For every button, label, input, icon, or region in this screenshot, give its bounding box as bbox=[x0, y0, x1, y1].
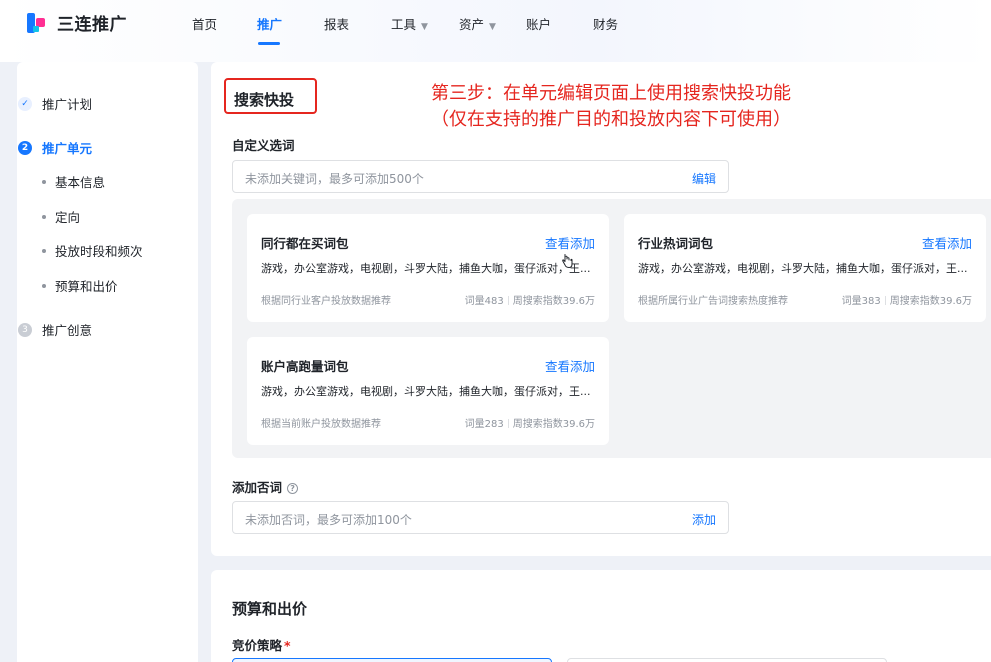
keyword-pack-card: 行业热词词包 查看添加 游戏，办公室游戏，电视剧，斗罗大陆，捕鱼大咖，蛋仔派对，… bbox=[624, 214, 986, 322]
pack-name: 同行都在买词包 bbox=[261, 236, 349, 251]
add-negative-words-button[interactable]: 添加 bbox=[692, 511, 716, 528]
view-add-button[interactable]: 查看添加 bbox=[922, 233, 972, 252]
budget-bid-card bbox=[211, 570, 991, 662]
step-plan[interactable]: ✓ 推广计划 bbox=[18, 94, 92, 113]
negative-words-placeholder: 未添加否词，最多可添加100个 bbox=[245, 513, 412, 527]
pack-source: 根据同行业客户投放数据推荐 bbox=[261, 296, 391, 307]
pack-index: 周搜索指数39.6万 bbox=[512, 419, 595, 430]
logo[interactable]: 三连推广 bbox=[27, 10, 127, 35]
budget-title: 预算和出价 bbox=[232, 600, 308, 618]
keyword-pack-card: 账户高跑量词包 查看添加 游戏，办公室游戏，电视剧，斗罗大陆，捕鱼大咖，蛋仔派对… bbox=[247, 337, 609, 445]
bid-strategy-label: 竞价策略 bbox=[232, 638, 283, 653]
pack-words: 游戏，办公室游戏，电视剧，斗罗大陆，捕鱼大咖，蛋仔派对，王... bbox=[261, 262, 591, 275]
pack-name: 行业热词词包 bbox=[638, 236, 714, 251]
logo-icon bbox=[27, 12, 49, 34]
annotation-line-1: 第三步：在单元编辑页面上使用搜索快投功能 bbox=[431, 83, 791, 104]
nav-item-home[interactable]: 首页 bbox=[192, 14, 217, 33]
required-mark: * bbox=[284, 638, 291, 653]
step-unit-label: 推广单元 bbox=[42, 141, 93, 156]
nav-item-assets-label: 资产 bbox=[459, 17, 485, 32]
pack-index: 周搜索指数39.6万 bbox=[512, 296, 595, 307]
sub-item-targeting[interactable]: 定向 bbox=[42, 207, 80, 226]
sub-item-basic-info[interactable]: 基本信息 bbox=[42, 172, 105, 191]
pack-words: 游戏，办公室游戏，电视剧，斗罗大陆，捕鱼大咖，蛋仔派对，王... bbox=[638, 262, 968, 275]
check-icon: ✓ bbox=[18, 96, 32, 111]
edit-keywords-button[interactable]: 编辑 bbox=[692, 170, 716, 187]
top-nav-bar: 三连推广 首页 推广 报表 工具 ▼ 资产 ▼ 账户 财务 bbox=[0, 0, 991, 62]
nav-item-finance[interactable]: 财务 bbox=[593, 14, 618, 33]
bid-strategy-option[interactable] bbox=[232, 658, 552, 662]
step-creative[interactable]: 3 推广创意 bbox=[18, 320, 92, 339]
nav-item-reports[interactable]: 报表 bbox=[324, 14, 349, 33]
keyword-pack-card: 同行都在买词包 查看添加 游戏，办公室游戏，电视剧，斗罗大陆，捕鱼大咖，蛋仔派对… bbox=[247, 214, 609, 322]
nav-item-assets[interactable]: 资产 ▼ bbox=[459, 14, 496, 33]
bid-strategy-label-row: 竞价策略 * bbox=[232, 635, 291, 654]
pack-words: 游戏，办公室游戏，电视剧，斗罗大陆，捕鱼大咖，蛋仔派对，王... bbox=[261, 385, 591, 398]
logo-text: 三连推广 bbox=[57, 15, 127, 35]
step-unit[interactable]: 2 推广单元 bbox=[18, 138, 92, 157]
pack-name: 账户高跑量词包 bbox=[261, 359, 349, 374]
negative-words-field[interactable]: 未添加否词，最多可添加100个 添加 bbox=[232, 501, 729, 534]
annotation-text: 第三步：在单元编辑页面上使用搜索快投功能 （仅在支持的推广目的和投放内容下可使用… bbox=[376, 81, 846, 133]
chevron-down-icon: ▼ bbox=[421, 22, 428, 32]
nav-item-tools[interactable]: 工具 ▼ bbox=[391, 14, 428, 33]
nav-active-indicator bbox=[258, 42, 280, 45]
hand-cursor-icon bbox=[562, 254, 573, 268]
pack-count: 词量383 bbox=[841, 296, 881, 307]
view-add-button[interactable]: 查看添加 bbox=[545, 233, 595, 252]
pack-stats: 词量283 周搜索指数39.6万 bbox=[465, 415, 595, 430]
negative-words-label: 添加否词 bbox=[232, 480, 283, 495]
keywords-label: 自定义选词 bbox=[232, 138, 295, 153]
bid-strategy-option[interactable] bbox=[567, 658, 887, 662]
nav-item-promotion[interactable]: 推广 bbox=[257, 14, 282, 33]
step-number-icon: 3 bbox=[18, 322, 32, 337]
sub-item-budget[interactable]: 预算和出价 bbox=[42, 276, 118, 295]
pack-stats: 词量483 周搜索指数39.6万 bbox=[465, 292, 595, 307]
sub-item-schedule[interactable]: 投放时段和频次 bbox=[42, 241, 143, 260]
pack-source: 根据所属行业广告词搜索热度推荐 bbox=[638, 296, 788, 307]
negative-words-label-row: 添加否词? bbox=[232, 477, 299, 496]
step-number-icon: 2 bbox=[18, 140, 32, 155]
view-add-button[interactable]: 查看添加 bbox=[545, 356, 595, 375]
step-creative-label: 推广创意 bbox=[42, 323, 93, 338]
annotation-line-2: （仅在支持的推广目的和投放内容下可使用） bbox=[431, 109, 791, 130]
help-icon[interactable]: ? bbox=[287, 483, 299, 494]
chevron-down-icon: ▼ bbox=[489, 22, 496, 32]
keywords-field[interactable]: 未添加关键词，最多可添加500个 编辑 bbox=[232, 160, 729, 193]
pack-stats: 词量383 周搜索指数39.6万 bbox=[842, 292, 972, 307]
pack-index: 周搜索指数39.6万 bbox=[889, 296, 972, 307]
keyword-packs-area: 同行都在买词包 查看添加 游戏，办公室游戏，电视剧，斗罗大陆，捕鱼大咖，蛋仔派对… bbox=[232, 199, 991, 458]
pack-count: 词量283 bbox=[464, 419, 504, 430]
nav-item-account[interactable]: 账户 bbox=[526, 14, 551, 33]
keywords-placeholder: 未添加关键词，最多可添加500个 bbox=[245, 172, 424, 186]
pack-source: 根据当前账户投放数据推荐 bbox=[261, 419, 381, 430]
pack-count: 词量483 bbox=[464, 296, 504, 307]
step-plan-label: 推广计划 bbox=[42, 97, 93, 112]
section-title: 搜索快投 bbox=[234, 91, 295, 109]
nav-item-tools-label: 工具 bbox=[391, 17, 417, 32]
